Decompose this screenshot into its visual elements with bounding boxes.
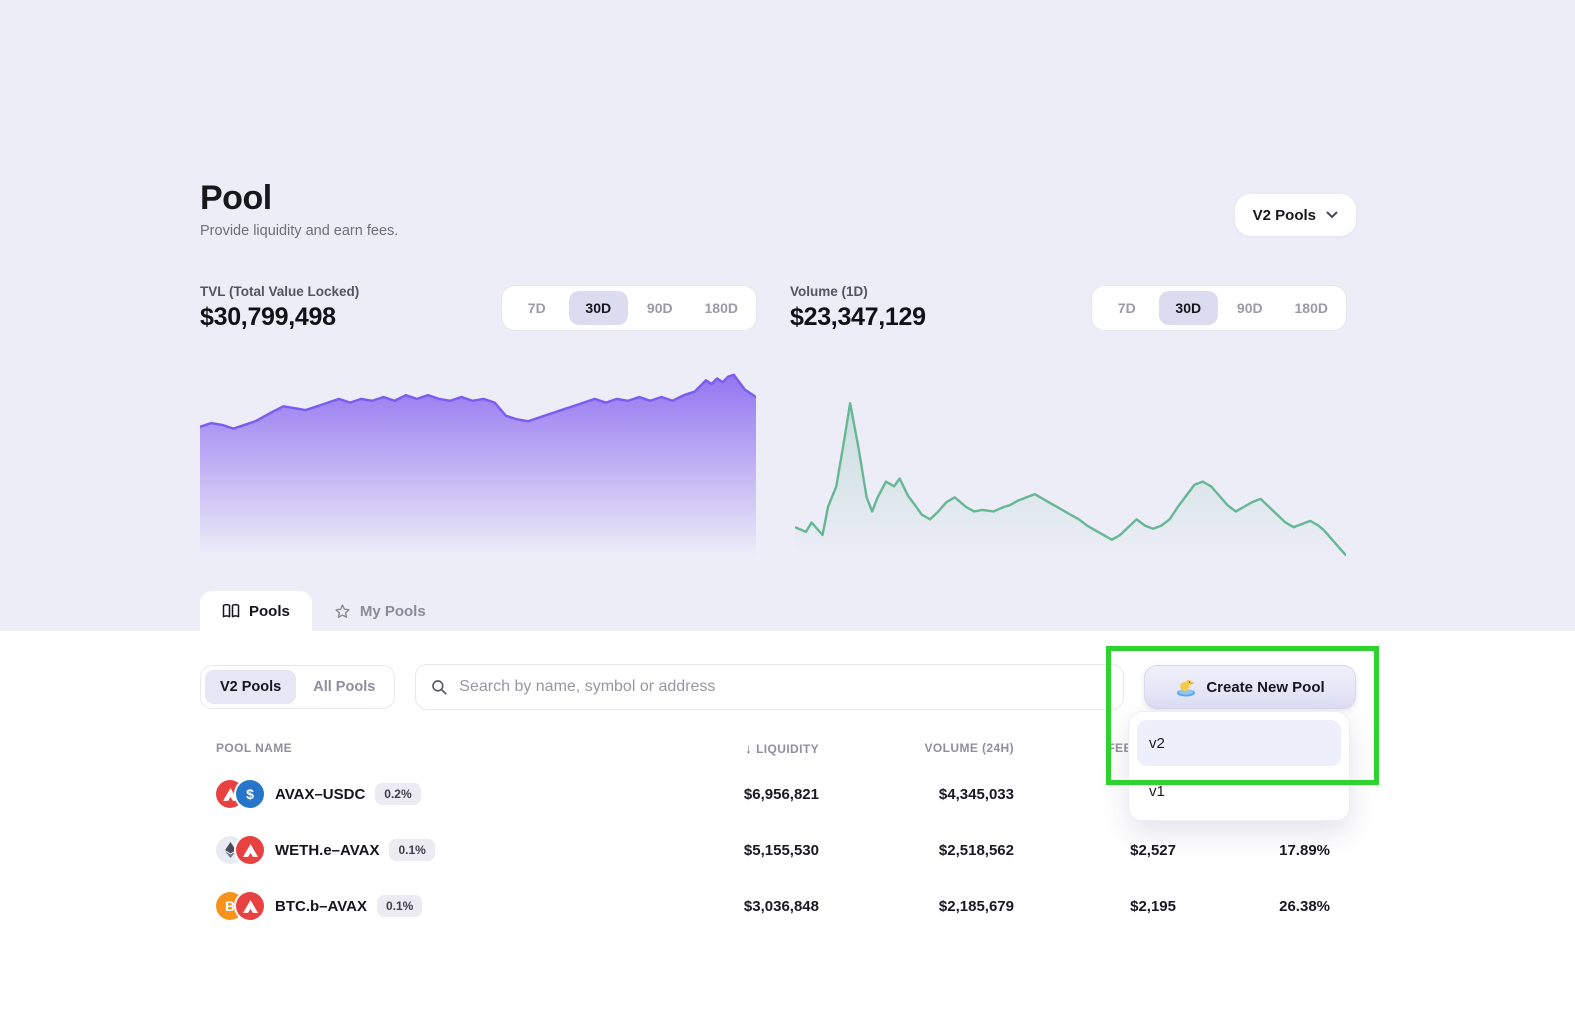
tvl-range-selector: 7D30D90D180D: [501, 285, 757, 331]
column-header-pool-name[interactable]: POOL NAME: [216, 741, 639, 755]
fee-tier-badge: 0.1%: [377, 895, 422, 917]
avax-token-icon: [236, 892, 264, 920]
pool-name: WETH.e–AVAX: [275, 842, 379, 859]
volume-range-7d[interactable]: 7D: [1097, 291, 1157, 325]
volume-range-90d[interactable]: 90D: [1220, 291, 1280, 325]
token-pair-icons: [216, 836, 264, 864]
apr-cell: 17.89%: [1176, 842, 1330, 859]
volume-range-30d[interactable]: 30D: [1159, 291, 1219, 325]
search-icon: [430, 678, 448, 696]
toggle-all-pools[interactable]: All Pools: [298, 670, 390, 704]
version-dropdown-menu: v2v1: [1128, 711, 1350, 821]
fees-24h-cell: $2,195: [1014, 898, 1176, 915]
tab-pools-label: Pools: [249, 603, 290, 620]
tvl-label: TVL (Total Value Locked): [200, 284, 501, 299]
tvl-range-90d[interactable]: 90D: [630, 291, 690, 325]
charts-row: [200, 371, 1356, 557]
apr-cell: 26.38%: [1176, 898, 1330, 915]
tvl-range-7d[interactable]: 7D: [507, 291, 567, 325]
toggle-v2-pools[interactable]: V2 Pools: [205, 670, 296, 704]
version-option-v2[interactable]: v2: [1137, 720, 1341, 766]
usdc-token-icon: $: [236, 780, 264, 808]
volume-24h-cell: $4,345,033: [819, 786, 1014, 803]
stats-row: TVL (Total Value Locked) $30,799,498 7D3…: [200, 283, 1356, 333]
fee-tier-badge: 0.1%: [389, 839, 434, 861]
volume-24h-cell: $2,518,562: [819, 842, 1014, 859]
pool-row[interactable]: WETH.e–AVAX 0.1% $5,155,530$2,518,562$2,52…: [200, 822, 1356, 878]
version-option-v1[interactable]: v1: [1137, 770, 1341, 812]
tvl-stat: TVL (Total Value Locked) $30,799,498: [200, 284, 501, 332]
pool-type-toggle: V2 PoolsAll Pools: [200, 665, 395, 709]
volume-area-chart: [795, 400, 1346, 557]
duck-in-pool-icon: [1175, 677, 1197, 697]
book-icon: [222, 602, 240, 620]
token-pair-icons: $: [216, 780, 264, 808]
pool-version-switcher-label: V2 Pools: [1253, 207, 1316, 224]
pools-tabs: Pools My Pools: [200, 591, 1356, 631]
create-new-pool-button[interactable]: Create New Pool: [1144, 665, 1356, 709]
filter-row: V2 PoolsAll Pools Create New Pool: [200, 664, 1356, 710]
tvl-range-30d[interactable]: 30D: [569, 291, 629, 325]
pool-name-cell: $ AVAX–USDC 0.2%: [216, 780, 639, 808]
tab-my-pools-label: My Pools: [360, 603, 426, 620]
tab-my-pools[interactable]: My Pools: [312, 591, 448, 631]
fees-24h-cell: $2,527: [1014, 842, 1176, 859]
sort-descending-icon: ↓: [745, 741, 752, 756]
volume-value: $23,347,129: [790, 303, 1091, 332]
tab-pools[interactable]: Pools: [200, 591, 312, 631]
liquidity-cell: $3,036,848: [639, 898, 819, 915]
liquidity-cell: $5,155,530: [639, 842, 819, 859]
avax-token-icon: [236, 836, 264, 864]
chevron-down-icon: [1326, 211, 1338, 219]
pool-name-cell: WETH.e–AVAX 0.1%: [216, 836, 639, 864]
search-input[interactable]: [459, 678, 1109, 696]
volume-label: Volume (1D): [790, 284, 1091, 299]
tvl-range-180d[interactable]: 180D: [692, 291, 752, 325]
tvl-area-chart: [200, 371, 756, 557]
star-icon: [334, 603, 351, 620]
pool-version-switcher-button[interactable]: V2 Pools: [1235, 194, 1356, 236]
column-header-liquidity[interactable]: ↓LIQUIDITY: [639, 741, 819, 756]
column-header-volume-24h[interactable]: VOLUME (24H): [819, 741, 1014, 755]
volume-24h-cell: $2,185,679: [819, 898, 1014, 915]
hero-section: Pool Provide liquidity and earn fees. V2…: [0, 0, 1575, 631]
fee-tier-badge: 0.2%: [375, 783, 420, 805]
pool-name: AVAX–USDC: [275, 786, 365, 803]
search-box[interactable]: [415, 664, 1124, 710]
volume-stat: Volume (1D) $23,347,129: [790, 284, 1091, 332]
create-new-pool-label: Create New Pool: [1206, 679, 1324, 696]
token-pair-icons: B: [216, 892, 264, 920]
page-title: Pool: [200, 179, 398, 218]
pool-row[interactable]: B BTC.b–AVAX 0.1% $3,036,848$2,185,679$2,19…: [200, 878, 1356, 934]
page-heading: Pool Provide liquidity and earn fees.: [200, 179, 398, 239]
volume-range-selector: 7D30D90D180D: [1091, 285, 1347, 331]
liquidity-cell: $6,956,821: [639, 786, 819, 803]
volume-range-180d[interactable]: 180D: [1282, 291, 1342, 325]
pool-name: BTC.b–AVAX: [275, 898, 367, 915]
pool-name-cell: B BTC.b–AVAX 0.1%: [216, 892, 639, 920]
tvl-value: $30,799,498: [200, 303, 501, 332]
page-subtitle: Provide liquidity and earn fees.: [200, 223, 398, 239]
